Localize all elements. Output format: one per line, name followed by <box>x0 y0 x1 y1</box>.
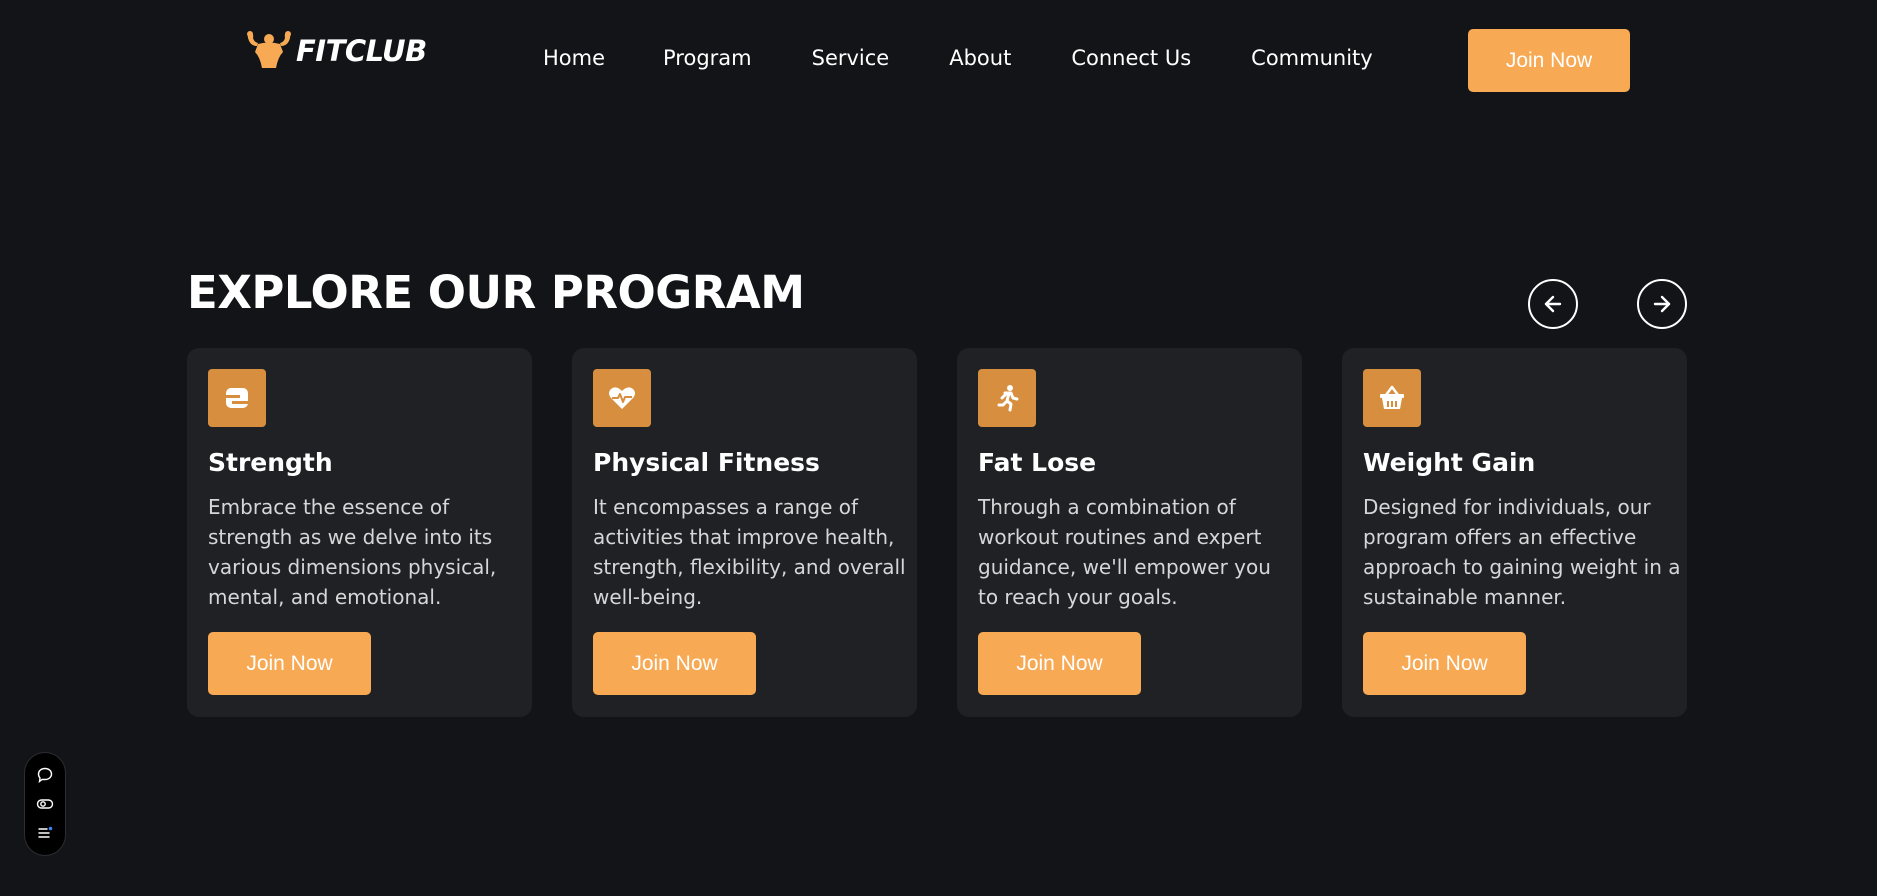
arrow-right-icon <box>1653 295 1671 313</box>
card-icon-box <box>978 369 1036 427</box>
carousel-prev-button[interactable] <box>1528 279 1578 329</box>
toggle-icon[interactable] <box>36 795 54 813</box>
nav-item-service[interactable]: Service <box>812 46 890 70</box>
menu-list-icon[interactable] <box>36 824 54 842</box>
card-title: Physical Fitness <box>593 448 820 477</box>
card-join-now-button[interactable]: Join Now <box>593 632 756 695</box>
card-join-now-button[interactable]: Join Now <box>978 632 1141 695</box>
flexing-bodybuilder-icon <box>247 31 291 68</box>
card-join-now-button[interactable]: Join Now <box>208 632 371 695</box>
carousel-next-button[interactable] <box>1637 279 1687 329</box>
program-card-physical-fitness: Physical Fitness It encompasses a range … <box>572 348 917 717</box>
arrow-left-icon <box>1544 295 1562 313</box>
heart-pulse-icon <box>609 387 635 409</box>
nav-item-program[interactable]: Program <box>663 46 752 70</box>
nav-item-connect-us[interactable]: Connect Us <box>1071 46 1191 70</box>
card-title: Strength <box>208 448 333 477</box>
running-person-icon <box>997 385 1019 412</box>
card-icon-box <box>1363 369 1421 427</box>
card-icon-box <box>208 369 266 427</box>
dumbbell-icon <box>226 388 248 408</box>
card-icon-box <box>593 369 651 427</box>
program-card-weight-gain: Weight Gain Designed for individuals, ou… <box>1342 348 1687 717</box>
floating-toolbar <box>24 752 66 856</box>
nav-item-community[interactable]: Community <box>1251 46 1373 70</box>
card-join-now-button[interactable]: Join Now <box>1363 632 1526 695</box>
site-header: FITCLUB Home Program Service About Conne… <box>0 0 1877 122</box>
section-title: EXPLORE OUR PROGRAM <box>187 266 805 319</box>
nav-item-home[interactable]: Home <box>543 46 605 70</box>
program-cards: Strength Embrace the essence of strength… <box>187 348 1688 717</box>
program-card-fat-lose: Fat Lose Through a combination of workou… <box>957 348 1302 717</box>
program-card-strength: Strength Embrace the essence of strength… <box>187 348 532 717</box>
nav-item-about[interactable]: About <box>949 46 1011 70</box>
card-title: Fat Lose <box>978 448 1097 477</box>
basket-icon <box>1380 385 1404 409</box>
main-nav: Home Program Service About Connect Us Co… <box>543 46 1373 70</box>
header-join-now-button[interactable]: Join Now <box>1468 29 1630 92</box>
logo-text: FITCLUB <box>296 34 427 68</box>
card-description: It encompasses a range of activities tha… <box>593 495 906 609</box>
chat-bubble-icon[interactable] <box>36 766 54 784</box>
logo[interactable]: FITCLUB <box>244 30 427 72</box>
card-description: Through a combination of workout routine… <box>978 495 1271 609</box>
card-title: Weight Gain <box>1363 448 1536 477</box>
card-description: Designed for individuals, our program of… <box>1363 495 1681 609</box>
card-description: Embrace the essence of strength as we de… <box>208 495 497 609</box>
